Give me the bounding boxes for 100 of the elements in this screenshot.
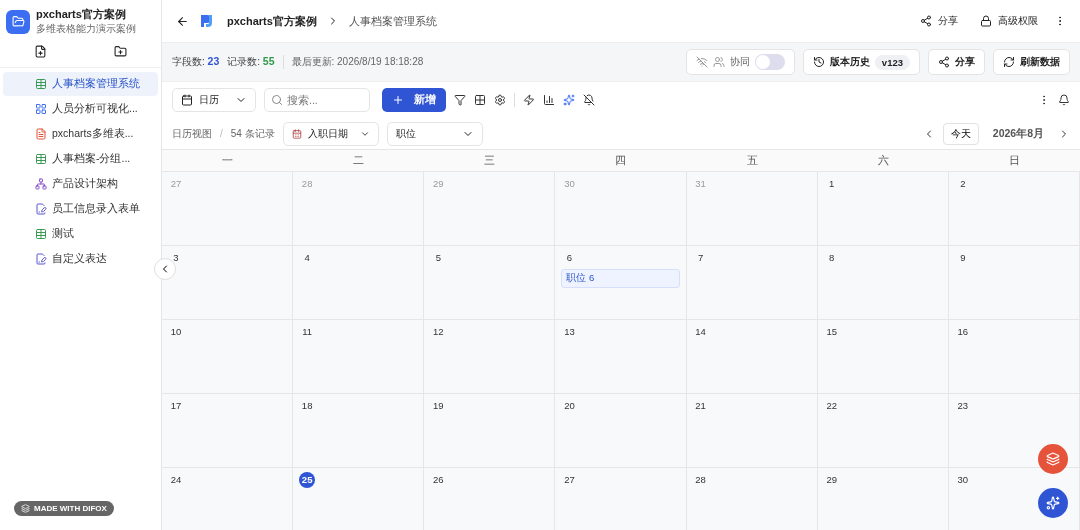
day-number: 11	[301, 325, 314, 339]
day-cell[interactable]: 5	[424, 246, 556, 320]
search-icon	[271, 94, 283, 106]
share-icon	[938, 56, 950, 68]
record-total: 54 条记录	[230, 126, 275, 141]
share-button[interactable]: 分享	[914, 14, 964, 28]
day-number: 29	[825, 473, 838, 487]
weekday-header: 三	[484, 154, 496, 167]
day-cell[interactable]: 18	[293, 394, 425, 468]
day-cell[interactable]: 22	[817, 394, 949, 468]
day-cell[interactable]: 4	[293, 246, 425, 320]
day-number: 28	[300, 177, 314, 191]
calendar-icon	[291, 127, 302, 140]
sparkle-icon	[1046, 496, 1060, 510]
day-number: 19	[432, 399, 445, 413]
day-number: 22	[825, 399, 838, 413]
sidebar-item[interactable]: 员工信息录入表单	[3, 197, 158, 221]
calendar-event[interactable]: 职位 6	[561, 269, 680, 288]
table-icon	[35, 78, 47, 90]
sidebar-item[interactable]: 人员分析可视化...	[3, 97, 158, 121]
day-number: 27	[169, 177, 183, 191]
grid-icon	[35, 103, 47, 115]
day-number: 21	[694, 399, 707, 413]
day-cell[interactable]: 11	[293, 320, 425, 394]
day-cell[interactable]: 2	[948, 172, 1080, 246]
sidebar-item[interactable]: 测试	[3, 222, 158, 246]
day-number: 3	[172, 251, 180, 265]
document-icon	[35, 128, 47, 140]
app-title: pxcharts官方案例	[36, 7, 127, 22]
new-file-icon[interactable]	[33, 45, 47, 58]
day-cell[interactable]: 20	[555, 394, 687, 468]
share-icon	[920, 15, 932, 27]
form-icon	[35, 253, 47, 265]
day-cell[interactable]: 19	[424, 394, 556, 468]
day-cell[interactable]: 9	[948, 246, 1080, 320]
made-with-badge[interactable]: MADE WITH DIFOX	[14, 501, 114, 516]
sidebar-item[interactable]: 自定义表达	[3, 247, 158, 271]
version-history-button[interactable]: 版本历史 v123	[802, 49, 920, 75]
view-select[interactable]: 日历	[172, 88, 256, 112]
day-cell[interactable]: 21	[686, 394, 818, 468]
day-cell[interactable]: 7	[686, 246, 818, 320]
breadcrumb-item[interactable]: 人事档案管理系统	[348, 13, 437, 29]
sparkle-icon[interactable]	[563, 94, 575, 106]
day-number: 13	[563, 325, 576, 339]
date-field-select[interactable]: 入职日期	[282, 121, 379, 146]
breadcrumb-item[interactable]: pxcharts官方案例	[227, 13, 317, 29]
new-folder-icon[interactable]	[114, 45, 128, 58]
day-number: 7	[696, 251, 705, 265]
day-cell[interactable]: 1	[817, 172, 949, 246]
app-logo	[6, 9, 30, 34]
day-number: 27	[563, 473, 576, 487]
add-button[interactable]: 新增	[382, 88, 446, 112]
day-cell[interactable]: 13	[555, 320, 687, 394]
day-cell[interactable]: 15	[817, 320, 949, 394]
lightning-icon[interactable]	[523, 94, 535, 106]
back-icon[interactable]	[176, 14, 189, 28]
filter-icon[interactable]	[454, 94, 466, 106]
day-cell[interactable]: 16	[948, 320, 1080, 394]
sidebar-item[interactable]: 产品设计架构	[3, 172, 158, 196]
weekday-header: 四	[615, 154, 627, 167]
day-number: 16	[956, 325, 970, 339]
weekday-header: 六	[877, 154, 889, 167]
group-field-select[interactable]: 职位	[386, 121, 483, 146]
month-label: 2026年8月	[992, 126, 1044, 141]
wifi-off-icon	[695, 56, 708, 68]
separator-text: /	[220, 128, 223, 139]
day-number: 10	[169, 325, 183, 339]
day-cell[interactable]: 14	[686, 320, 818, 394]
sidebar-item[interactable]: pxcharts多维表...	[3, 122, 158, 146]
table-icon	[35, 153, 47, 165]
bar-chart-icon[interactable]	[543, 94, 555, 106]
permissions-button[interactable]: 高级权限	[974, 14, 1044, 28]
weekday-header: 一	[222, 154, 234, 167]
settings-icon[interactable]	[494, 94, 506, 106]
day-cell[interactable]: 23	[948, 394, 1080, 468]
share-button[interactable]: 分享	[928, 49, 985, 75]
search-field[interactable]: 搜索...	[264, 88, 370, 112]
day-number: 1	[828, 177, 836, 191]
day-number: 17	[169, 399, 183, 413]
day-number: 30	[956, 473, 970, 487]
record-count: 记录数: 55	[227, 55, 275, 69]
day-cell[interactable]: 12	[424, 320, 556, 394]
sidebar-item[interactable]: 人事档案-分组...	[3, 147, 158, 171]
day-cell[interactable]: 8	[817, 246, 949, 320]
bell-off-icon[interactable]	[583, 94, 595, 106]
day-cell[interactable]: 10	[162, 320, 294, 394]
last-updated: 最后更新: 2026/8/19 18:18:28	[291, 55, 424, 69]
day-number: 31	[694, 177, 707, 191]
bell-icon[interactable]	[1058, 94, 1070, 106]
day-number: 29	[432, 177, 445, 191]
day-number: 25	[299, 472, 316, 488]
grid-icon[interactable]	[474, 94, 486, 106]
day-cell[interactable]: 3	[162, 246, 294, 320]
refresh-button[interactable]: 刷新数据	[993, 49, 1070, 75]
sidebar-item[interactable]: 人事档案管理系统	[3, 72, 158, 96]
today-button[interactable]: 今天	[942, 122, 979, 145]
day-cell[interactable]: 6 职位 6	[555, 246, 687, 320]
collab-toggle[interactable]: 协同	[685, 49, 795, 75]
day-cell[interactable]: 17	[162, 394, 294, 468]
day-number: 18	[300, 399, 314, 413]
